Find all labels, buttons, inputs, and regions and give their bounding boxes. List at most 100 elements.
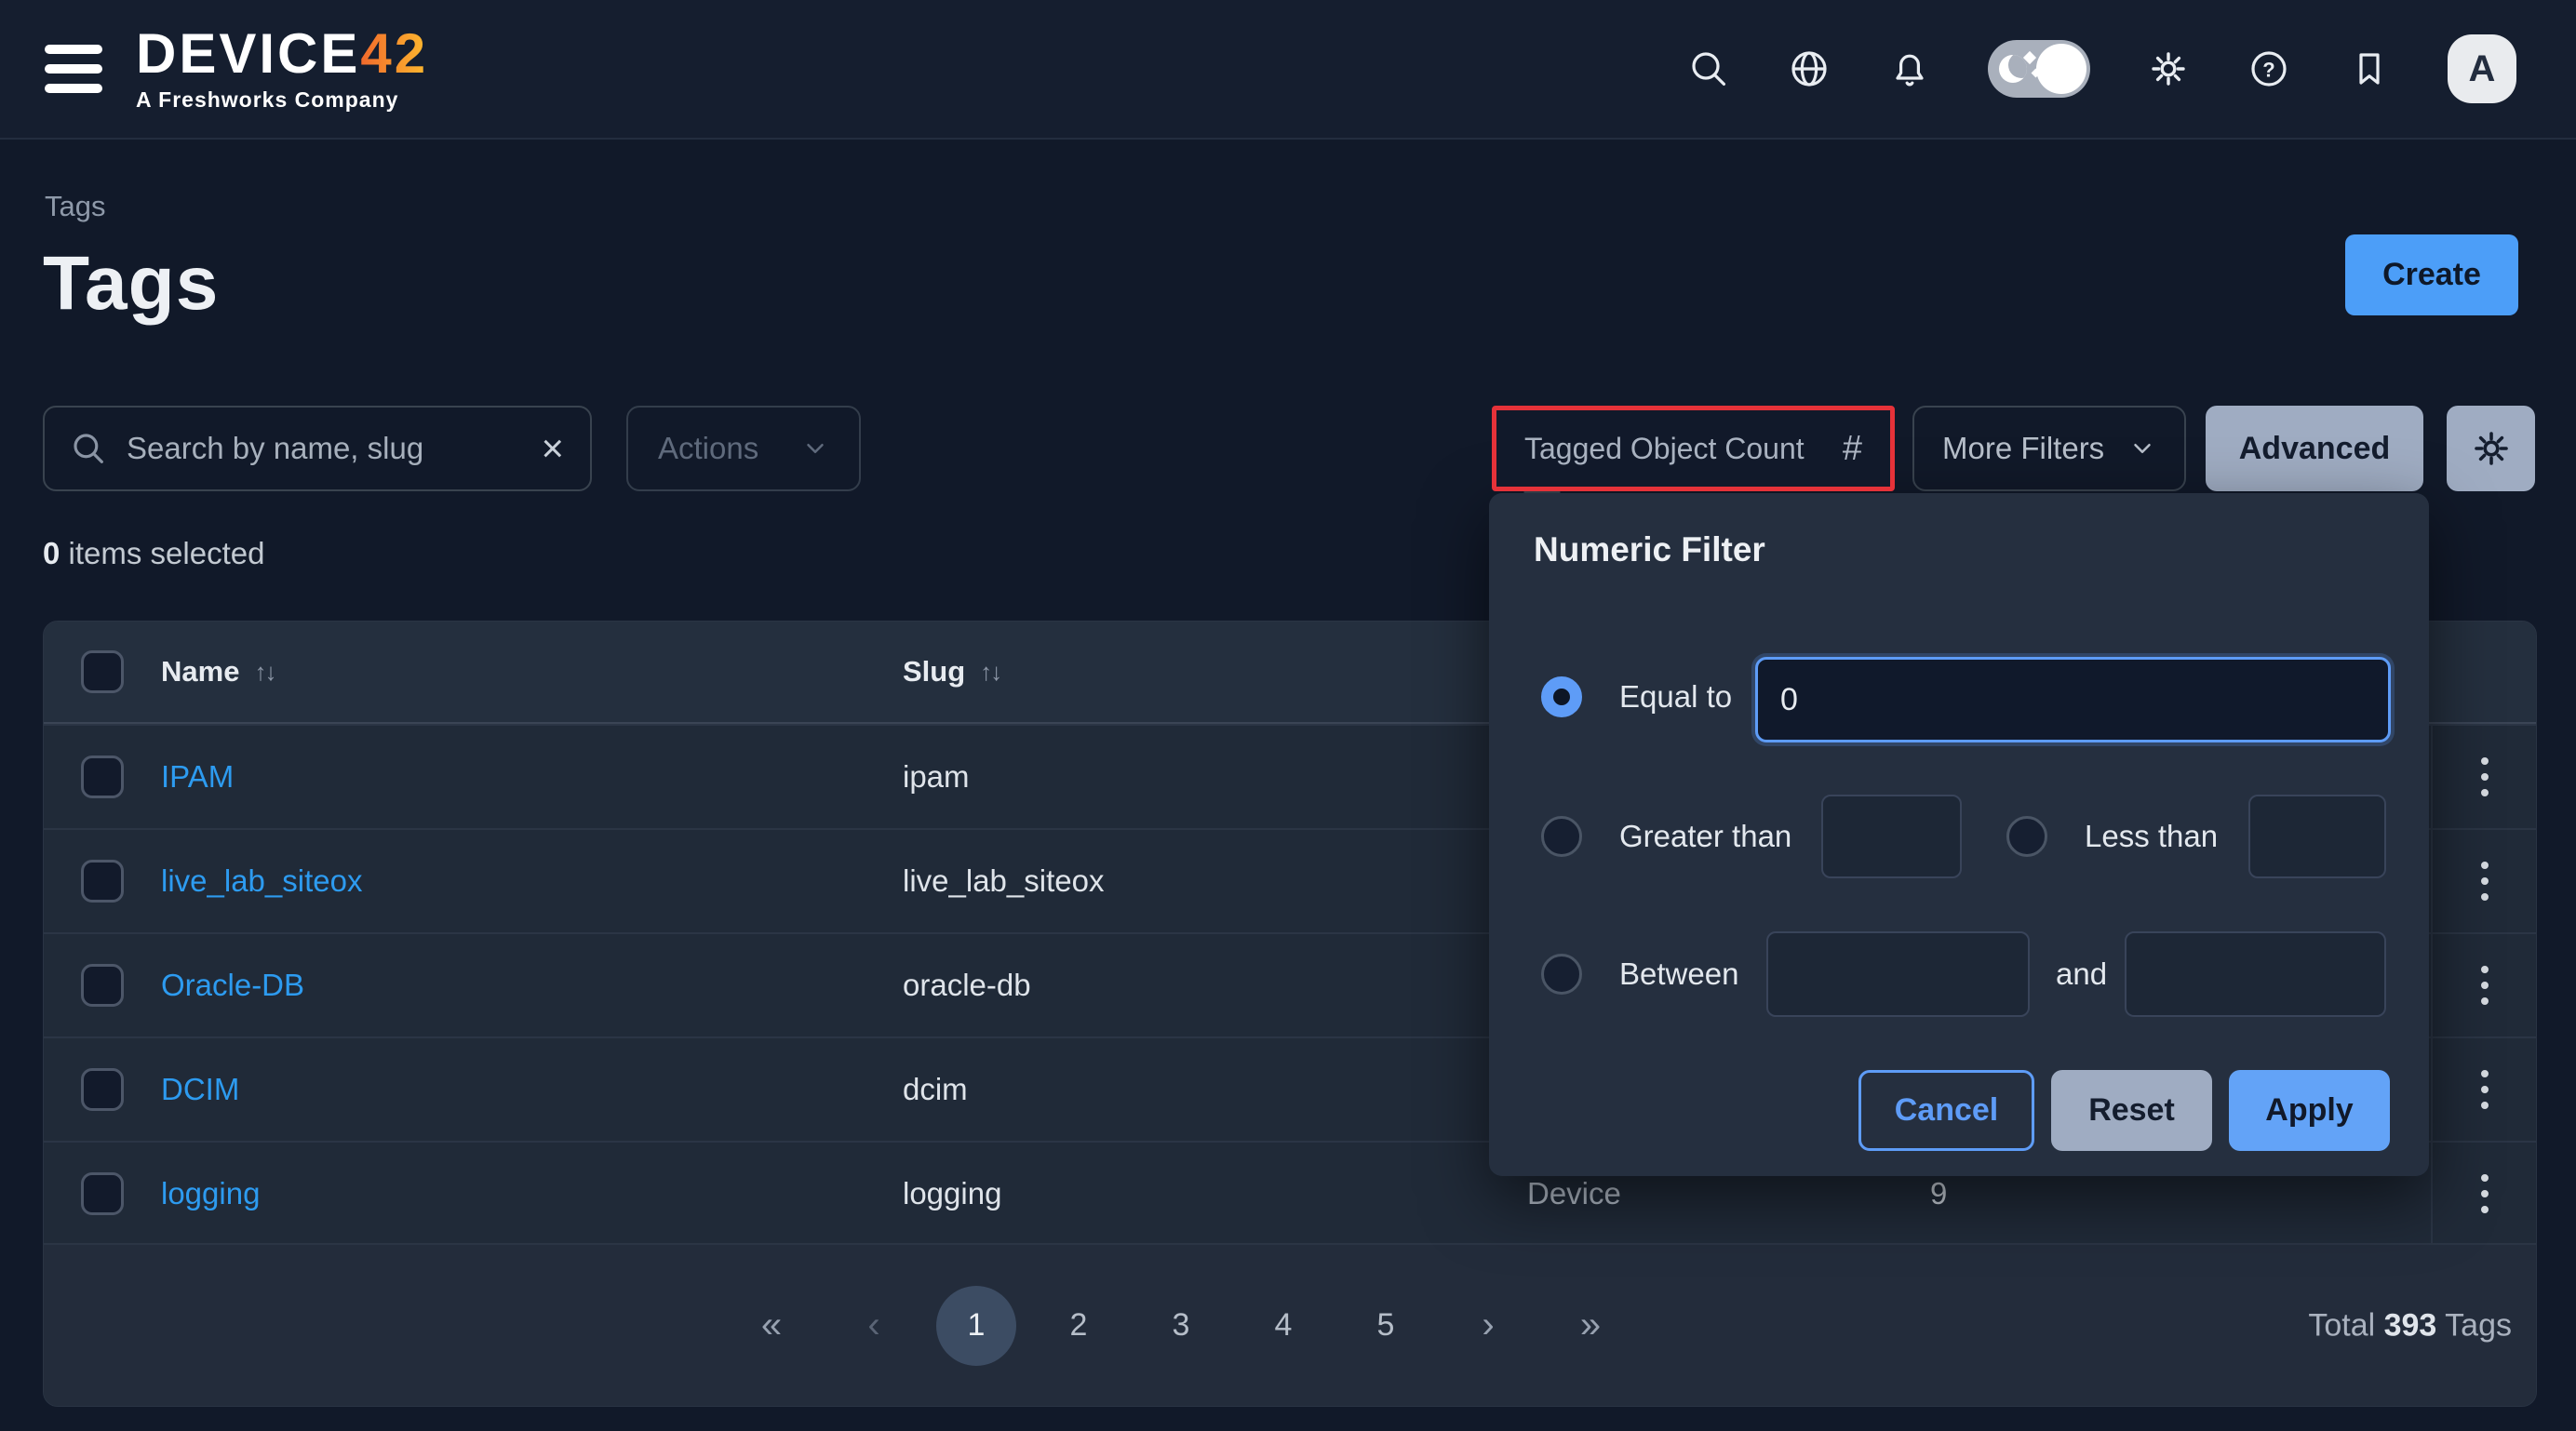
row-menu-icon[interactable] <box>2472 1165 2498 1223</box>
cancel-button[interactable]: Cancel <box>1858 1070 2034 1151</box>
sort-icon[interactable]: ↑↓ <box>254 658 275 687</box>
hamburger-menu-icon[interactable] <box>45 45 102 93</box>
total-count: 393 <box>2384 1307 2437 1343</box>
more-filters-label: More Filters <box>1942 431 2104 466</box>
gear-icon <box>2469 426 2514 471</box>
svg-text:?: ? <box>2262 58 2274 81</box>
toggle-knob <box>2036 44 2086 94</box>
bell-icon[interactable] <box>1887 47 1932 91</box>
less-than-radio[interactable] <box>2006 816 2047 857</box>
tag-name-link[interactable]: Oracle-DB <box>161 968 304 1003</box>
pagination-page-2[interactable]: 2 <box>1039 1286 1119 1366</box>
logo-text: DEVICE <box>136 22 360 85</box>
total-count-text: Total 393 Tags <box>2308 1307 2512 1344</box>
selected-count: 0 <box>43 536 60 570</box>
popup-title: Numeric Filter <box>1534 530 1765 569</box>
pagination-page-4[interactable]: 4 <box>1243 1286 1323 1366</box>
tag-slug: dcim <box>903 1072 968 1107</box>
pagination-page-5[interactable]: 5 <box>1346 1286 1426 1366</box>
logo-subtitle: A Freshworks Company <box>136 87 428 113</box>
pagination-page-3[interactable]: 3 <box>1141 1286 1221 1366</box>
between-from-input[interactable] <box>1766 931 2030 1017</box>
greater-than-label: Greater than <box>1619 816 1791 857</box>
tag-name-link[interactable]: logging <box>161 1176 260 1211</box>
row-checkbox[interactable] <box>81 1068 124 1111</box>
greater-than-input[interactable] <box>1821 795 1962 878</box>
row-checkbox[interactable] <box>81 964 124 1007</box>
row-menu-icon[interactable] <box>2472 1061 2498 1118</box>
chevron-down-icon <box>2128 435 2156 462</box>
logo-accent: 42 <box>360 22 428 85</box>
tag-slug: oracle-db <box>903 968 1031 1003</box>
tag-name-link[interactable]: DCIM <box>161 1072 239 1107</box>
actions-label: Actions <box>658 431 758 466</box>
hash-icon: # <box>1843 429 1862 469</box>
reset-button[interactable]: Reset <box>2051 1070 2212 1151</box>
less-than-label: Less than <box>2085 816 2218 857</box>
row-checkbox[interactable] <box>81 860 124 903</box>
pagination-page-1[interactable]: 1 <box>936 1286 1016 1366</box>
equal-to-input[interactable] <box>1755 657 2391 742</box>
selected-count-text: 0 items selected <box>43 536 264 571</box>
advanced-button[interactable]: Advanced <box>2206 406 2423 491</box>
pagination-last[interactable]: » <box>1550 1286 1630 1366</box>
page-title: Tags <box>43 240 219 328</box>
tag-slug: live_lab_siteox <box>903 863 1104 899</box>
chevron-down-icon <box>801 435 829 462</box>
search-box: × <box>43 406 592 491</box>
less-than-input[interactable] <box>2248 795 2386 878</box>
tag-name-link[interactable]: IPAM <box>161 759 234 795</box>
pagination-first[interactable]: « <box>731 1286 812 1366</box>
select-all-checkbox[interactable] <box>81 650 124 693</box>
table-settings-button[interactable] <box>2447 406 2535 491</box>
moon-icon <box>1999 55 2027 83</box>
search-input[interactable] <box>127 431 541 466</box>
topbar-actions: ? A <box>1686 34 2516 103</box>
pagination-prev[interactable]: ‹ <box>834 1286 914 1366</box>
tags-page: DEVICE42 A Freshworks Company <box>0 0 2576 1431</box>
dark-mode-toggle[interactable] <box>1988 40 2090 98</box>
pagination-next[interactable]: › <box>1448 1286 1528 1366</box>
avatar-letter: A <box>2469 48 2496 90</box>
apply-button[interactable]: Apply <box>2229 1070 2390 1151</box>
top-bar: DEVICE42 A Freshworks Company <box>0 0 2576 140</box>
avatar[interactable]: A <box>2448 34 2516 103</box>
tagged-object-count-label: Tagged Object Count <box>1524 432 1805 466</box>
pagination: « ‹ 1 2 3 4 5 › » <box>731 1286 1630 1366</box>
gear-icon[interactable] <box>2146 47 2191 91</box>
table-footer: « ‹ 1 2 3 4 5 › » Total 393 Tags <box>44 1243 2536 1406</box>
equal-to-label: Equal to <box>1619 676 1732 717</box>
device42-logo: DEVICE42 A Freshworks Company <box>136 26 428 113</box>
breadcrumb[interactable]: Tags <box>45 190 105 223</box>
tag-type: Device <box>1527 1176 1621 1210</box>
equal-to-radio[interactable] <box>1541 676 1582 717</box>
search-icon <box>69 429 108 468</box>
search-icon[interactable] <box>1686 47 1731 91</box>
tagged-object-count-filter[interactable]: Tagged Object Count # <box>1492 406 1895 491</box>
between-radio[interactable] <box>1541 954 1582 995</box>
and-label: and <box>2056 954 2107 995</box>
tag-slug: logging <box>903 1176 1001 1211</box>
column-header-slug[interactable]: Slug <box>903 655 965 689</box>
row-checkbox[interactable] <box>81 1172 124 1215</box>
column-header-name[interactable]: Name <box>161 655 239 689</box>
help-icon[interactable]: ? <box>2247 47 2291 91</box>
between-to-input[interactable] <box>2125 931 2386 1017</box>
tag-slug: ipam <box>903 759 970 795</box>
row-menu-icon[interactable] <box>2472 956 2498 1014</box>
actions-dropdown[interactable]: Actions <box>626 406 861 491</box>
sort-icon[interactable]: ↑↓ <box>980 658 1000 687</box>
row-checkbox[interactable] <box>81 756 124 798</box>
globe-icon[interactable] <box>1787 47 1831 91</box>
row-menu-icon[interactable] <box>2472 748 2498 806</box>
numeric-filter-popup: Numeric Filter Equal to Greater than Les… <box>1489 493 2429 1176</box>
between-label: Between <box>1619 954 1738 995</box>
more-filters-dropdown[interactable]: More Filters <box>1912 406 2186 491</box>
tag-count: 9 <box>1930 1176 1947 1210</box>
bookmark-icon[interactable] <box>2347 47 2392 91</box>
greater-than-radio[interactable] <box>1541 816 1582 857</box>
clear-search-icon[interactable]: × <box>541 429 564 468</box>
row-menu-icon[interactable] <box>2472 852 2498 910</box>
tag-name-link[interactable]: live_lab_siteox <box>161 863 362 899</box>
create-button[interactable]: Create <box>2345 234 2518 315</box>
